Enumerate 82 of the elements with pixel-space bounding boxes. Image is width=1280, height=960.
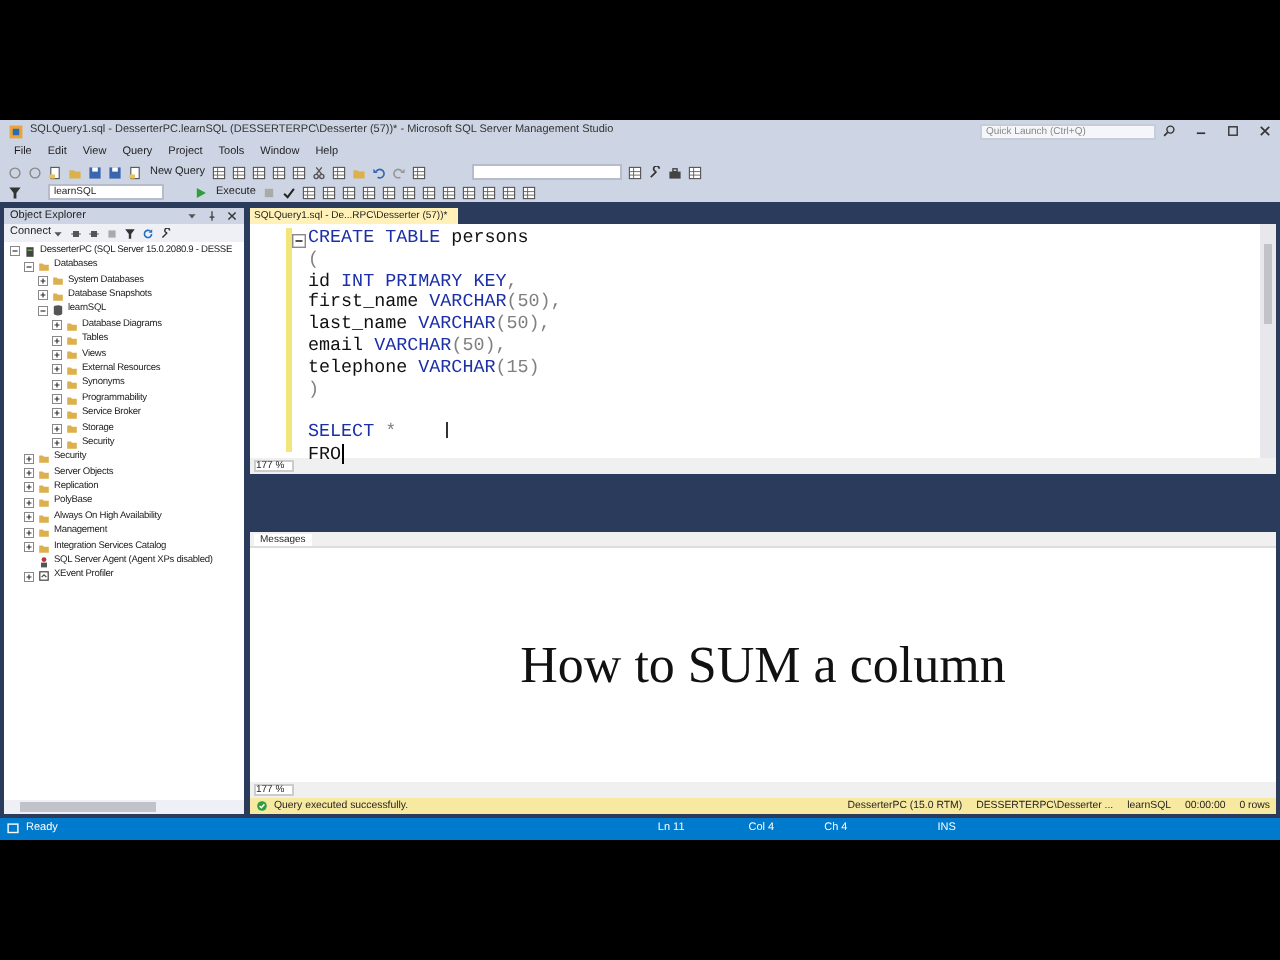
close-icon[interactable] bbox=[226, 210, 238, 222]
expand-icon[interactable] bbox=[24, 497, 34, 508]
grid-icon[interactable] bbox=[627, 165, 642, 179]
expand-icon[interactable] bbox=[24, 453, 34, 464]
code-line: telephone VARCHAR(15) bbox=[308, 355, 540, 378]
collapse-icon[interactable] bbox=[38, 305, 48, 316]
grid-icon[interactable] bbox=[231, 165, 246, 179]
horizontal-scrollbar[interactable] bbox=[4, 800, 244, 814]
expand-icon[interactable] bbox=[24, 468, 34, 479]
plug-icon[interactable] bbox=[69, 227, 81, 239]
search-icon[interactable] bbox=[1162, 124, 1176, 138]
expand-icon[interactable] bbox=[24, 542, 34, 552]
code-line: CREATE TABLE persons bbox=[308, 226, 529, 248]
text-cursor bbox=[341, 443, 344, 464]
expand-icon[interactable] bbox=[52, 379, 62, 390]
grid-icon[interactable] bbox=[301, 185, 316, 199]
expand-icon[interactable] bbox=[38, 275, 48, 286]
collapse-icon[interactable] bbox=[292, 234, 306, 248]
expand-icon[interactable] bbox=[24, 482, 34, 493]
collapse-icon[interactable] bbox=[10, 246, 20, 257]
code-line: id INT PRIMARY KEY, bbox=[308, 269, 518, 292]
undo-icon[interactable] bbox=[371, 165, 386, 179]
code-line: first_name VARCHAR(50), bbox=[308, 290, 562, 313]
grid-icon[interactable] bbox=[411, 165, 426, 179]
expand-icon[interactable] bbox=[52, 408, 62, 419]
code-line: ) bbox=[308, 377, 320, 400]
expand-icon[interactable] bbox=[52, 438, 62, 449]
expand-icon[interactable] bbox=[52, 423, 62, 434]
caption-text: How to SUM a column bbox=[520, 633, 1006, 697]
code-line: last_name VARCHAR(50), bbox=[308, 312, 551, 335]
pin-icon[interactable] bbox=[206, 210, 218, 222]
maximize-icon[interactable] bbox=[1226, 124, 1240, 138]
new-query-icon bbox=[128, 165, 142, 179]
vertical-scrollbar[interactable] bbox=[1260, 224, 1276, 458]
scissors-icon[interactable] bbox=[311, 165, 326, 179]
database-icon bbox=[52, 304, 64, 317]
new-file-icon[interactable] bbox=[48, 165, 62, 179]
grid-icon[interactable] bbox=[687, 165, 702, 179]
expand-icon[interactable] bbox=[24, 571, 34, 582]
code-line: ( bbox=[308, 247, 320, 270]
profiler-icon bbox=[38, 570, 50, 583]
grid-icon[interactable] bbox=[211, 165, 226, 179]
grid-icon[interactable] bbox=[481, 185, 496, 199]
plug-icon[interactable] bbox=[87, 227, 99, 239]
grid-icon[interactable] bbox=[461, 185, 476, 199]
expand-icon[interactable] bbox=[52, 394, 62, 405]
grid-icon[interactable] bbox=[291, 165, 306, 179]
grid-icon[interactable] bbox=[441, 185, 456, 199]
i-beam-cursor bbox=[446, 422, 448, 438]
app-icon bbox=[8, 123, 24, 139]
success-icon bbox=[256, 800, 268, 812]
code-line: SELECT * bbox=[308, 420, 397, 443]
grid-icon[interactable] bbox=[501, 185, 516, 199]
grid-icon[interactable] bbox=[381, 185, 396, 199]
expand-icon[interactable] bbox=[52, 349, 62, 360]
code-line: email VARCHAR(50), bbox=[308, 333, 507, 356]
save-icon[interactable] bbox=[108, 165, 122, 179]
grid-icon[interactable] bbox=[521, 185, 536, 199]
save-icon[interactable] bbox=[88, 165, 102, 179]
refresh-icon[interactable] bbox=[141, 227, 153, 239]
expand-icon[interactable] bbox=[24, 512, 34, 523]
check-icon[interactable] bbox=[281, 185, 296, 199]
code-line: FRO bbox=[308, 442, 342, 465]
grid-icon[interactable] bbox=[271, 165, 286, 179]
server-icon bbox=[24, 245, 36, 258]
expand-icon[interactable] bbox=[52, 364, 62, 375]
collapse-icon[interactable] bbox=[24, 261, 34, 272]
ready-icon bbox=[6, 822, 20, 836]
close-icon[interactable] bbox=[1258, 124, 1272, 138]
expand-icon[interactable] bbox=[24, 527, 34, 538]
grid-icon[interactable] bbox=[331, 165, 346, 179]
grid-icon[interactable] bbox=[341, 185, 356, 199]
expand-icon[interactable] bbox=[52, 335, 62, 346]
toolbox-icon[interactable] bbox=[667, 165, 682, 179]
grid-icon[interactable] bbox=[401, 185, 416, 199]
expand-icon[interactable] bbox=[38, 290, 48, 301]
grid-icon[interactable] bbox=[251, 165, 266, 179]
agent-icon bbox=[38, 555, 50, 568]
grid-icon[interactable] bbox=[361, 185, 376, 199]
grid-icon[interactable] bbox=[421, 185, 436, 199]
grid-icon[interactable] bbox=[321, 185, 336, 199]
expand-icon[interactable] bbox=[52, 320, 62, 331]
